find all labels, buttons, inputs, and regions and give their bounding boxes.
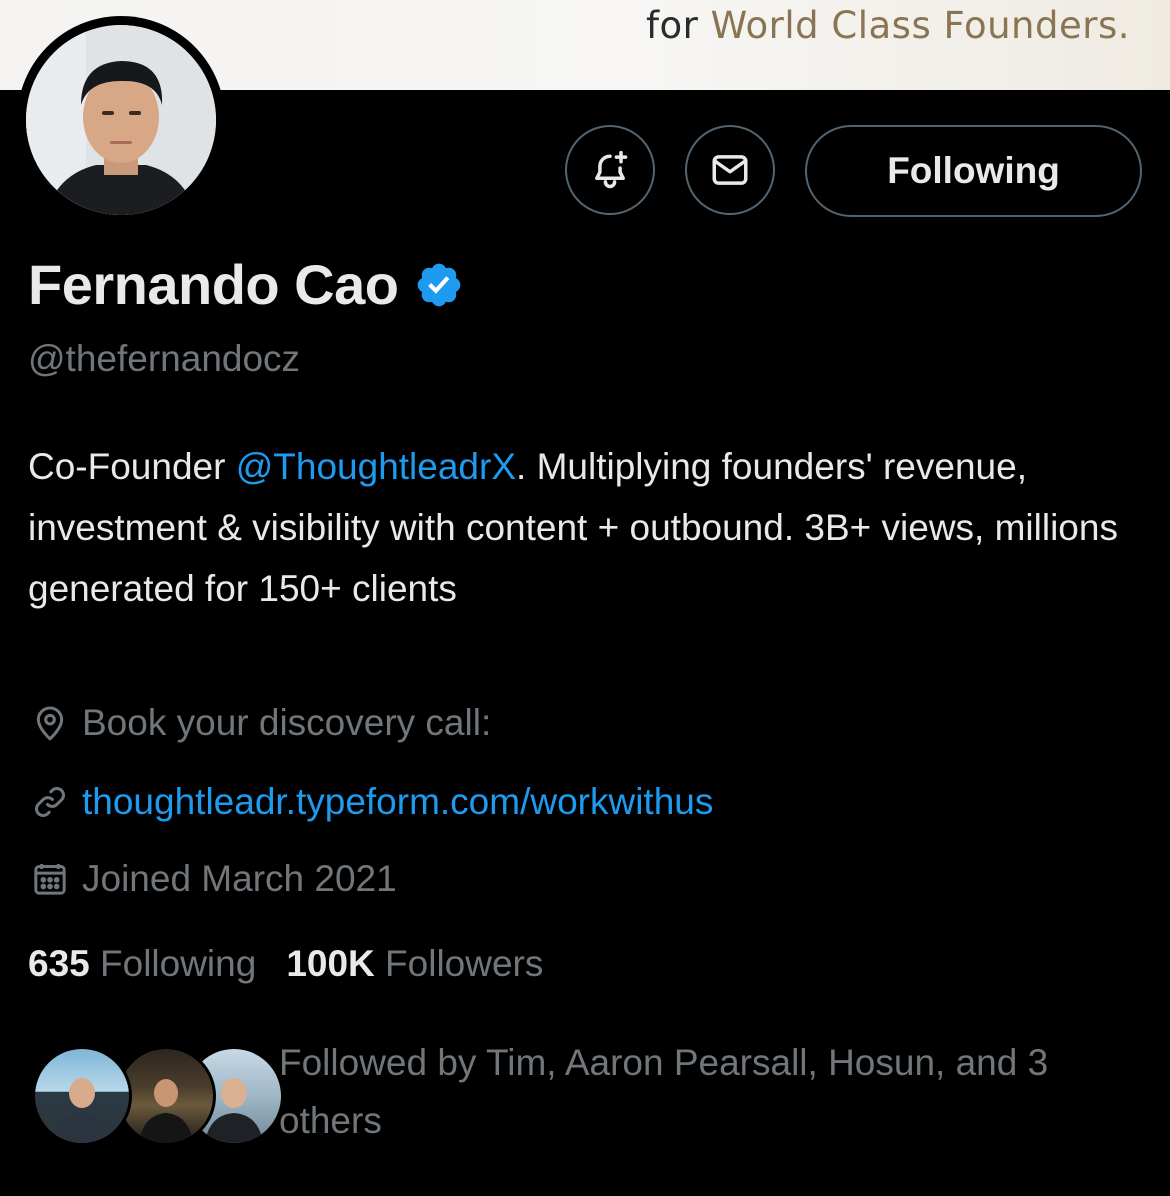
followed-by-avatars[interactable] [32,1046,284,1146]
calendar-icon [34,864,66,895]
bio-mention-link[interactable]: @ThoughtleadrX [236,446,516,487]
banner-text: for World Class Founders. [646,4,1130,47]
notify-button[interactable] [565,125,655,215]
message-button[interactable] [685,125,775,215]
profile-bio: Co-Founder @ThoughtleadrX. Multiplying f… [28,436,1128,619]
following-stat[interactable]: 635 Following [28,943,256,985]
name-row: Fernando Cao [28,252,464,317]
website-row: thoughtleadr.typeform.com/workwithus [30,781,713,823]
follower-avatar [32,1046,132,1146]
followers-stat[interactable]: 100K Followers [286,943,543,985]
profile-avatar[interactable] [17,16,225,224]
followers-label: Followers [385,943,544,984]
user-handle: @thefernandocz [28,338,301,379]
avatar-image [26,25,216,215]
envelope-icon [712,155,748,185]
followed-by-text[interactable]: Followed by Tim, Aaron Pearsall, Hosun, … [279,1034,1139,1150]
location-text: Book your discovery call: [82,702,492,743]
bell-plus-icon [595,150,628,189]
bio-prefix: Co-Founder [28,446,236,487]
following-button[interactable]: Following [805,125,1142,217]
joined-row: Joined March 2021 [30,858,397,900]
website-link[interactable]: thoughtleadr.typeform.com/workwithus [82,781,713,823]
follow-stats: 635 Following 100K Followers [28,943,573,985]
location-pin-icon [36,706,64,741]
banner-text-prefix: for [645,4,711,47]
following-label: Following [100,943,257,984]
display-name: Fernando Cao [28,253,399,316]
banner-text-accent: World Class Founders. [710,4,1130,47]
verified-badge-icon[interactable] [414,260,464,310]
link-icon [35,787,65,817]
location-row: Book your discovery call: [30,702,491,744]
followers-count: 100K [286,943,375,984]
following-count: 635 [28,943,90,984]
joined-text: Joined March 2021 [82,858,397,899]
